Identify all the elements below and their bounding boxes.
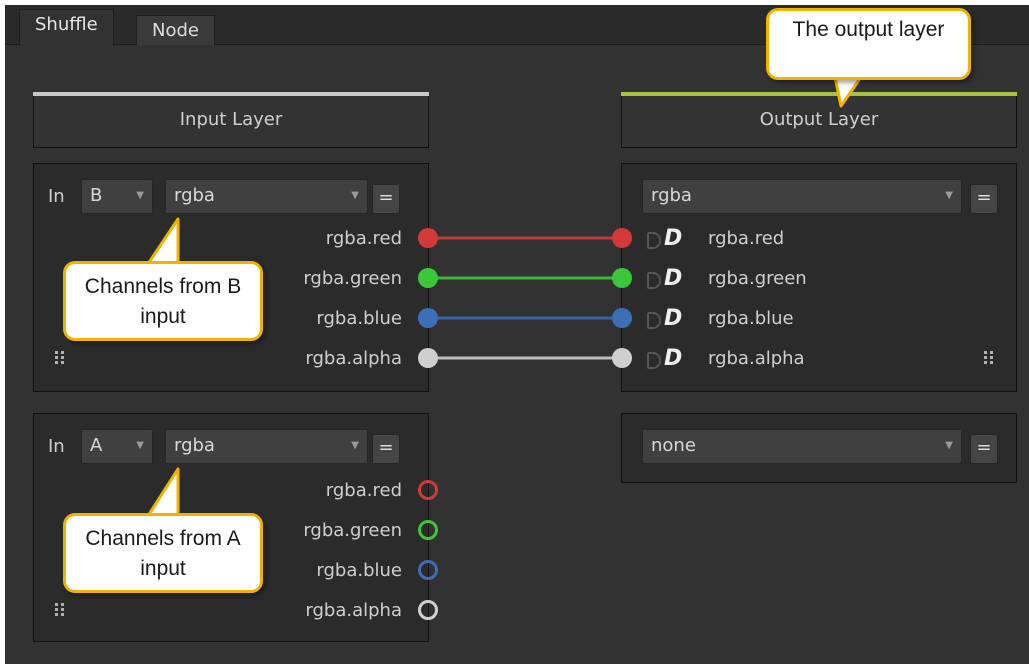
output-layer-header: Output Layer: [621, 92, 1017, 148]
input-b-select[interactable]: B ▼: [81, 179, 153, 214]
dropdown-arrow-icon: ▼: [351, 440, 359, 451]
output-socket-alpha[interactable]: [612, 348, 632, 368]
channel-label-red: rgba.red: [325, 228, 402, 249]
output-channel-alpha: rgba.alpha: [708, 348, 805, 369]
input-b-layer-select[interactable]: rgba ▼: [165, 179, 368, 214]
callout-a-channels: Channels from A input: [63, 513, 263, 593]
callout-tail: [833, 76, 863, 108]
d-icon[interactable]: D: [664, 346, 682, 371]
input-a-socket-alpha[interactable]: [418, 600, 438, 620]
output-socket-red[interactable]: [612, 228, 632, 248]
output-socket-green[interactable]: [612, 268, 632, 288]
d-icon[interactable]: D: [664, 226, 682, 251]
output-layer-select[interactable]: rgba ▼: [642, 179, 962, 214]
channel-label-red: rgba.red: [325, 480, 402, 501]
input-a-socket-green[interactable]: [418, 520, 438, 540]
input-layer-header: Input Layer: [33, 92, 429, 148]
d-icon[interactable]: D: [664, 266, 682, 291]
channel-label-green: rgba.green: [303, 268, 402, 289]
channel-label-blue: rgba.blue: [316, 560, 402, 581]
output-socket-blue[interactable]: [612, 308, 632, 328]
shuffle-panel: Shuffle Node Input Layer Output Layer In…: [5, 5, 1029, 664]
input-a-layer-select[interactable]: rgba ▼: [165, 429, 368, 464]
output-group-none: none ▼ =: [621, 413, 1017, 483]
output-none-value: none: [651, 435, 696, 456]
cutout-icon[interactable]: [647, 312, 661, 329]
input-a-select-value: A: [90, 435, 103, 456]
in-label: In: [48, 436, 65, 457]
grip-icon[interactable]: [55, 603, 67, 617]
input-a-select[interactable]: A ▼: [81, 429, 153, 464]
input-b-socket-blue[interactable]: [418, 308, 438, 328]
callout-output-layer: The output layer: [766, 8, 971, 80]
input-layer-accent: [33, 92, 429, 96]
in-label: In: [48, 186, 65, 207]
grip-icon[interactable]: [55, 351, 67, 365]
channel-label-blue: rgba.blue: [316, 308, 402, 329]
dropdown-arrow-icon: ▼: [945, 440, 953, 451]
output-eq-button[interactable]: =: [970, 184, 998, 214]
input-b-eq-button[interactable]: =: [372, 184, 400, 214]
input-a-layer-value: rgba: [174, 435, 215, 456]
channel-label-alpha: rgba.alpha: [305, 600, 402, 621]
dropdown-arrow-icon: ▼: [945, 190, 953, 201]
input-b-layer-value: rgba: [174, 185, 215, 206]
output-layer-label: Output Layer: [759, 109, 879, 130]
cutout-icon[interactable]: [647, 272, 661, 289]
output-group-rgba: rgba ▼ = D rgba.red D rgba.green D rgba.…: [621, 163, 1017, 392]
input-b-socket-alpha[interactable]: [418, 348, 438, 368]
dropdown-arrow-icon: ▼: [136, 440, 144, 451]
cutout-icon[interactable]: [647, 232, 661, 249]
input-layer-label: Input Layer: [179, 109, 283, 130]
channel-label-alpha: rgba.alpha: [305, 348, 402, 369]
input-b-socket-green[interactable]: [418, 268, 438, 288]
output-channel-red: rgba.red: [708, 228, 785, 249]
input-a-socket-blue[interactable]: [418, 560, 438, 580]
input-a-socket-red[interactable]: [418, 480, 438, 500]
output-layer-value: rgba: [651, 185, 692, 206]
callout-b-channels: Channels from B input: [63, 261, 263, 341]
tab-shuffle[interactable]: Shuffle: [19, 9, 114, 46]
output-none-eq-button[interactable]: =: [970, 434, 998, 464]
dropdown-arrow-icon: ▼: [136, 190, 144, 201]
dropdown-arrow-icon: ▼: [351, 190, 359, 201]
d-icon[interactable]: D: [664, 306, 682, 331]
grip-icon[interactable]: [984, 351, 996, 365]
input-b-select-value: B: [90, 185, 103, 206]
cutout-icon[interactable]: [647, 352, 661, 369]
tab-node[interactable]: Node: [136, 15, 215, 45]
channel-label-green: rgba.green: [303, 520, 402, 541]
output-layer-accent: [621, 92, 1017, 96]
input-b-socket-red[interactable]: [418, 228, 438, 248]
output-none-select[interactable]: none ▼: [642, 429, 962, 464]
output-channel-blue: rgba.blue: [708, 308, 794, 329]
output-channel-green: rgba.green: [708, 268, 807, 289]
input-a-eq-button[interactable]: =: [372, 434, 400, 464]
